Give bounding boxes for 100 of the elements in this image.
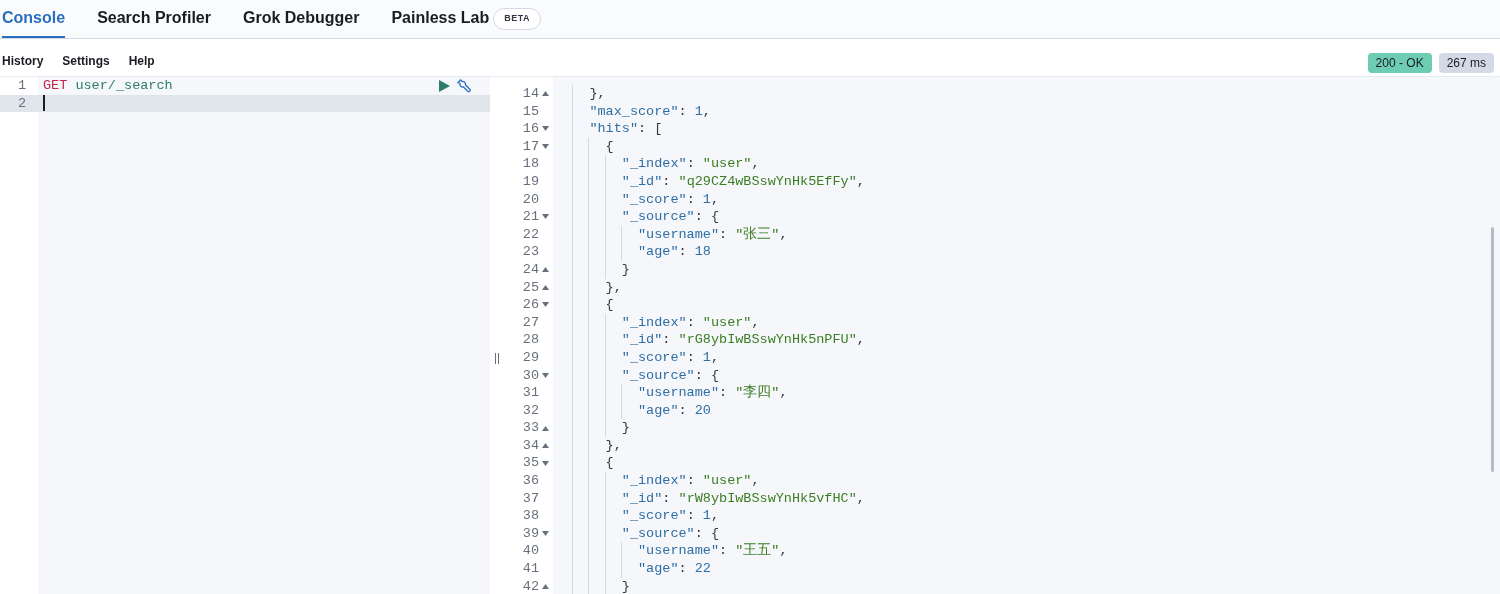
json-number: 18: [694, 243, 711, 261]
json-key: "max_score": [589, 102, 679, 121]
json-punctuation: ,: [751, 472, 760, 490]
json-string: "张三": [735, 225, 780, 244]
text-cursor: [43, 95, 45, 112]
fold-close-icon[interactable]: [542, 267, 549, 273]
fold-open-icon[interactable]: [542, 144, 549, 150]
line-number: 35: [522, 454, 539, 473]
menu-link[interactable]: Help: [128, 51, 155, 70]
tab[interactable]: Console: [2, 0, 66, 38]
json-punctuation: ,: [779, 542, 788, 561]
line-number: 22: [522, 225, 539, 244]
fold-close-icon[interactable]: [542, 583, 549, 589]
line-number: 38: [522, 507, 539, 525]
json-number: 1: [702, 507, 711, 525]
line-number: 31: [522, 384, 539, 402]
line-number: 15: [522, 102, 539, 121]
line-number: 18: [522, 155, 539, 173]
fold-close-icon[interactable]: [542, 425, 549, 431]
line-number: 20: [522, 190, 539, 209]
json-punctuation: {: [605, 454, 614, 473]
fold-close-icon[interactable]: [542, 284, 549, 290]
line-number: 26: [522, 296, 539, 314]
json-key: "_source": [621, 524, 695, 543]
json-string: "user": [702, 155, 752, 173]
json-key: "_id": [621, 172, 663, 191]
json-key: "age": [638, 243, 679, 261]
wrench-icon[interactable]: [456, 77, 472, 94]
menu-link[interactable]: History: [2, 51, 44, 70]
fold-open-icon[interactable]: [542, 531, 549, 537]
json-punctuation: : [: [638, 120, 663, 138]
json-punctuation: ,: [751, 313, 760, 332]
json-punctuation: :: [686, 472, 696, 490]
line-number: 25: [522, 278, 539, 297]
json-punctuation: :: [686, 507, 696, 525]
menu-link[interactable]: Settings: [62, 51, 110, 70]
json-number: 1: [702, 348, 711, 367]
line-number: 39: [522, 524, 539, 543]
line-number: 30: [522, 366, 539, 385]
fold-close-icon[interactable]: [542, 443, 549, 449]
json-key: "_index": [621, 313, 687, 332]
line-number: 28: [522, 331, 539, 349]
json-punctuation: },: [589, 85, 606, 103]
scrollbar[interactable]: [1491, 227, 1494, 472]
json-punctuation: :: [686, 313, 696, 332]
json-key: "username": [638, 384, 720, 402]
json-punctuation: },: [605, 436, 622, 455]
json-key: "_score": [621, 507, 687, 525]
line-number: 16: [522, 120, 539, 138]
json-punctuation: :: [678, 560, 688, 578]
tab[interactable]: Grok Debugger: [242, 0, 360, 38]
request-path: user/_search: [75, 77, 173, 95]
json-punctuation: :: [662, 489, 672, 508]
line-number: 23: [522, 243, 539, 261]
json-string: "rW8ybIwBSswYnHk5vfHC": [678, 489, 857, 508]
fold-open-icon[interactable]: [542, 302, 549, 308]
status-badge: 200 - OK: [1367, 52, 1432, 73]
json-punctuation: ,: [751, 155, 760, 173]
fold-open-icon[interactable]: [542, 460, 549, 466]
json-punctuation: :: [686, 190, 696, 209]
line-number: 34: [522, 436, 539, 455]
json-key: "_id": [621, 489, 663, 508]
time-badge: 267 ms: [1438, 52, 1494, 73]
json-key: "_id": [621, 331, 663, 349]
fold-open-icon[interactable]: [542, 126, 549, 132]
fold-open-icon[interactable]: [542, 372, 549, 378]
json-number: 1: [694, 102, 703, 121]
json-key: "age": [638, 401, 679, 420]
line-number: 41: [522, 560, 539, 578]
json-punctuation: ,: [779, 225, 788, 244]
json-punctuation: : {: [694, 208, 720, 226]
json-key: "_score": [621, 348, 687, 367]
json-punctuation: ,: [856, 331, 865, 349]
json-key: "age": [638, 560, 679, 578]
play-icon[interactable]: [439, 79, 450, 92]
json-number: 22: [694, 560, 711, 578]
json-punctuation: }: [621, 577, 630, 594]
json-punctuation: : {: [694, 366, 720, 385]
json-key: "username": [638, 225, 720, 244]
json-string: "user": [702, 313, 752, 332]
resize-handle[interactable]: [495, 352, 499, 364]
fold-open-icon[interactable]: [542, 214, 549, 220]
json-punctuation: :: [678, 243, 688, 261]
json-punctuation: ,: [710, 507, 720, 525]
tab[interactable]: Painless Lab: [391, 0, 490, 38]
fold-close-icon[interactable]: [542, 91, 549, 97]
json-key: "hits": [589, 120, 638, 138]
json-punctuation: :: [686, 155, 696, 173]
line-number: 33: [522, 419, 539, 437]
line-number: 40: [522, 542, 539, 561]
json-string: "user": [702, 472, 752, 490]
json-punctuation: ,: [710, 348, 720, 367]
json-key: "username": [638, 542, 720, 561]
json-number: 20: [694, 401, 711, 420]
json-punctuation: {: [605, 296, 614, 314]
json-string: "q29CZ4wBSswYnHk5EfFy": [678, 172, 857, 191]
json-punctuation: ,: [856, 172, 865, 191]
tab[interactable]: Search Profiler: [97, 0, 211, 38]
json-punctuation: ,: [856, 489, 865, 508]
line-number: 17: [522, 137, 539, 156]
